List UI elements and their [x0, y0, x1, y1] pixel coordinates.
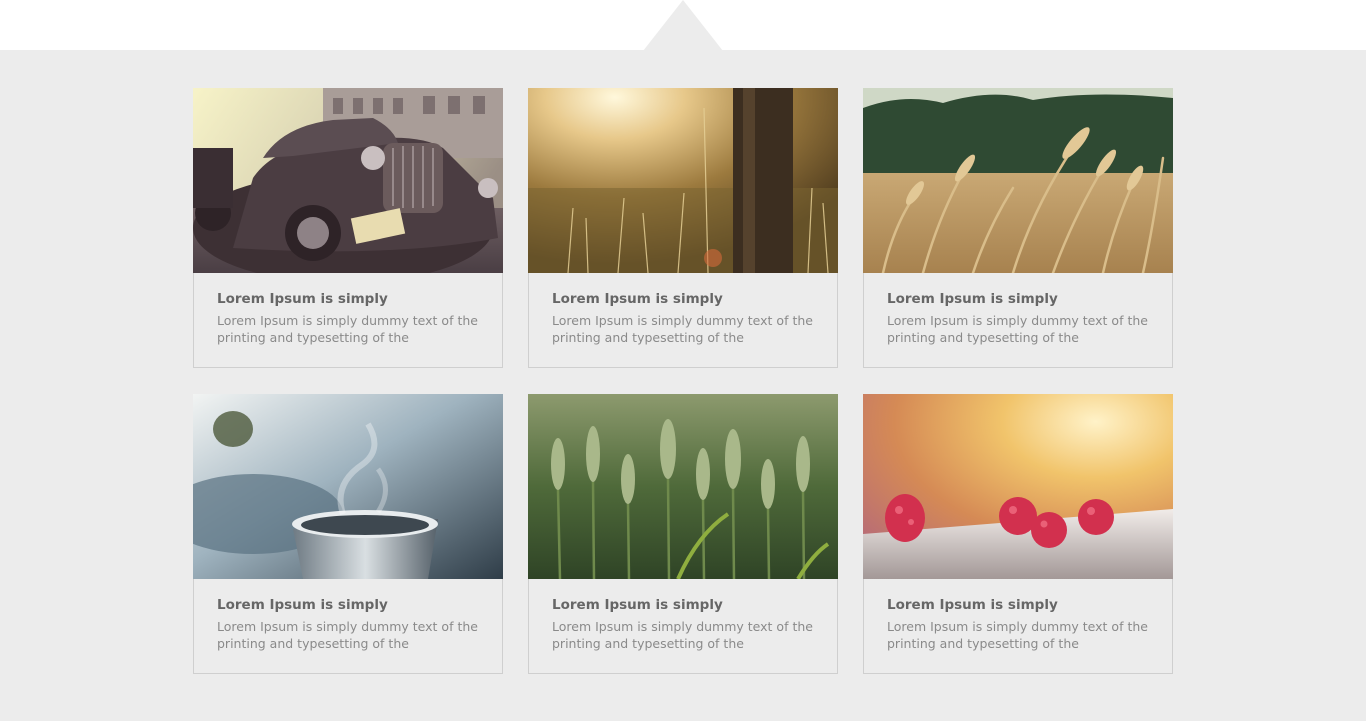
card-text: Lorem Ipsum is simply dummy text of the … — [887, 313, 1148, 345]
card-text: Lorem Ipsum is simply dummy text of the … — [552, 619, 813, 651]
card-title: Lorem Ipsum is simply — [552, 597, 723, 613]
sunlit-meadow-tree-photo — [528, 88, 838, 273]
steaming-cup-photo — [193, 394, 503, 579]
card-sunlit-meadow[interactable]: Lorem Ipsum is simply Lorem Ipsum is sim… — [528, 88, 838, 368]
card-body: Lorem Ipsum is simply Lorem Ipsum is sim… — [552, 290, 814, 346]
card-title: Lorem Ipsum is simply — [217, 597, 388, 613]
card-vintage-car[interactable]: Lorem Ipsum is simply Lorem Ipsum is sim… — [193, 88, 503, 368]
card-text: Lorem Ipsum is simply dummy text of the … — [217, 313, 478, 345]
card-text: Lorem Ipsum is simply dummy text of the … — [552, 313, 813, 345]
card-steaming-cup[interactable]: Lorem Ipsum is simply Lorem Ipsum is sim… — [193, 394, 503, 674]
card-grid: Lorem Ipsum is simply Lorem Ipsum is sim… — [0, 0, 1366, 721]
card-body: Lorem Ipsum is simply Lorem Ipsum is sim… — [217, 596, 479, 652]
card-raspberries[interactable]: Lorem Ipsum is simply Lorem Ipsum is sim… — [863, 394, 1173, 674]
card-title: Lorem Ipsum is simply — [552, 291, 723, 307]
card-text: Lorem Ipsum is simply dummy text of the … — [217, 619, 478, 651]
card-title: Lorem Ipsum is simply — [887, 291, 1058, 307]
card-text: Lorem Ipsum is simply dummy text of the … — [887, 619, 1148, 651]
card-wheat-field[interactable]: Lorem Ipsum is simply Lorem Ipsum is sim… — [863, 88, 1173, 368]
card-green-wheat[interactable]: Lorem Ipsum is simply Lorem Ipsum is sim… — [528, 394, 838, 674]
wheat-field-photo — [863, 88, 1173, 273]
card-body: Lorem Ipsum is simply Lorem Ipsum is sim… — [552, 596, 814, 652]
card-title: Lorem Ipsum is simply — [887, 597, 1058, 613]
vintage-car-photo — [193, 88, 503, 273]
card-body: Lorem Ipsum is simply Lorem Ipsum is sim… — [217, 290, 479, 346]
green-wheat-photo — [528, 394, 838, 579]
card-body: Lorem Ipsum is simply Lorem Ipsum is sim… — [887, 596, 1149, 652]
raspberries-photo — [863, 394, 1173, 579]
card-body: Lorem Ipsum is simply Lorem Ipsum is sim… — [887, 290, 1149, 346]
card-title: Lorem Ipsum is simply — [217, 291, 388, 307]
